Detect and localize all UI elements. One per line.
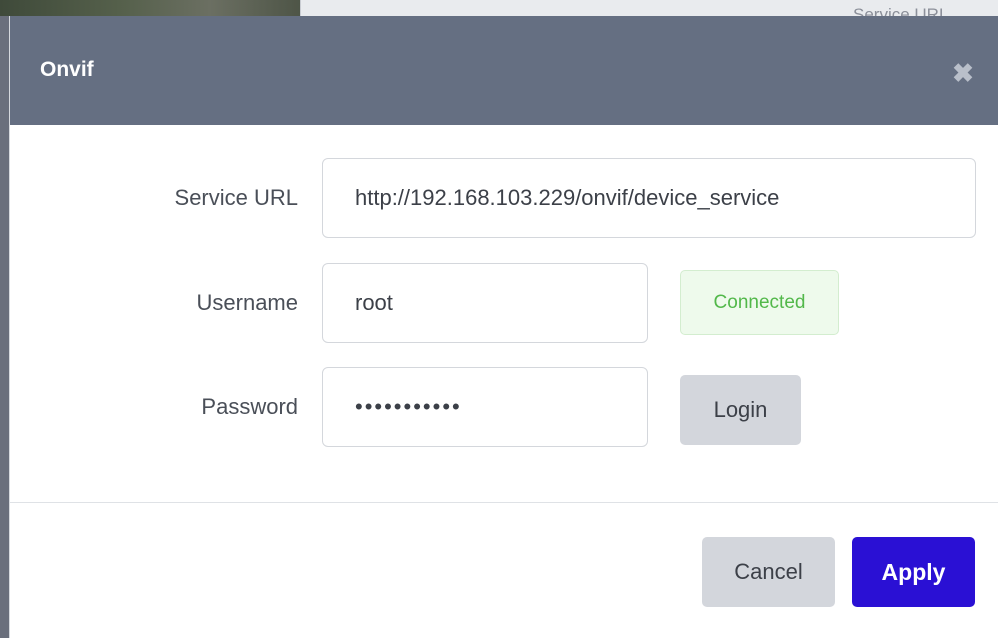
onvif-dialog: Onvif ✖ Service URL Username Connected P…	[9, 16, 998, 638]
password-input[interactable]	[322, 367, 648, 447]
service-url-input[interactable]	[322, 158, 976, 238]
dialog-header: Onvif ✖	[10, 16, 998, 125]
login-button[interactable]: Login	[680, 375, 801, 445]
apply-button[interactable]: Apply	[852, 537, 975, 607]
dialog-title: Onvif	[40, 58, 94, 81]
background-panel: Service URL	[300, 0, 998, 16]
close-icon[interactable]: ✖	[950, 60, 976, 86]
service-url-label: Service URL	[174, 185, 298, 210]
cancel-button[interactable]: Cancel	[702, 537, 835, 607]
footer-divider	[10, 502, 998, 503]
background-label: Service URL	[853, 5, 949, 16]
background-sliver	[0, 16, 9, 638]
username-label: Username	[196, 290, 298, 315]
username-input[interactable]	[322, 263, 648, 343]
connection-status-badge: Connected	[680, 270, 839, 335]
video-thumbnail	[0, 0, 300, 16]
password-label: Password	[201, 394, 298, 419]
